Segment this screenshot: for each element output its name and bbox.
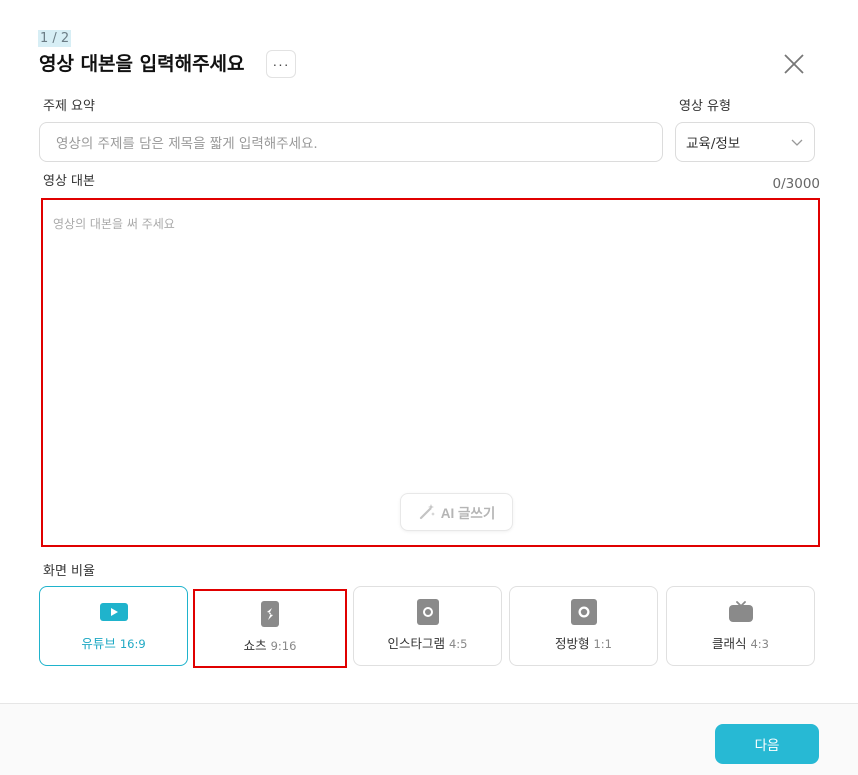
script-input-modal: 1 / 2 영상 대본을 입력해주세요 ··· 주제 요약 영상 유형 영상의 … (0, 0, 858, 775)
topic-label: 주제 요약 (43, 99, 95, 114)
aspect-option-youtube[interactable]: 유튜브 16:9 (39, 586, 188, 666)
more-icon: ··· (272, 56, 290, 72)
aspect-label: 화면 비율 (43, 564, 95, 579)
video-type-value: 교육/정보 (686, 136, 741, 152)
ai-writing-label: AI 글쓰기 (440, 506, 496, 521)
square-icon (570, 598, 598, 625)
aspect-option-name: 정방형 (554, 635, 590, 651)
aspect-option-ratio: 9:16 (270, 639, 297, 653)
magic-wand-icon (419, 504, 435, 520)
shorts-icon (256, 601, 284, 627)
script-label: 영상 대본 (43, 174, 95, 189)
aspect-option-instagram[interactable]: 인스타그램 4:5 (353, 586, 502, 666)
aspect-option-name: 쇼츠 (243, 638, 267, 653)
topic-placeholder: 영상의 주제를 담은 제목을 짧게 입력해주세요. (56, 136, 318, 152)
chevron-down-icon (791, 139, 803, 146)
ai-writing-button[interactable]: AI 글쓰기 (400, 493, 513, 531)
script-placeholder: 영상의 대본을 써 주세요 (53, 217, 175, 231)
aspect-option-name: 유튜브 (81, 635, 116, 651)
instagram-icon (414, 598, 442, 625)
topic-input[interactable]: 영상의 주제를 담은 제목을 짧게 입력해주세요. (39, 122, 663, 162)
youtube-icon (99, 601, 128, 623)
aspect-option-ratio: 1:1 (593, 636, 612, 651)
close-button[interactable] (780, 50, 808, 78)
video-type-select[interactable]: 교육/정보 (675, 122, 815, 162)
video-type-label: 영상 유형 (679, 99, 731, 114)
modal-title: 영상 대본을 입력해주세요 (39, 53, 245, 75)
aspect-option-name: 인스타그램 (387, 635, 445, 651)
close-icon (784, 54, 804, 74)
aspect-option-ratio: 4:5 (448, 636, 468, 651)
aspect-option-shorts[interactable]: 쇼츠 9:16 (193, 589, 347, 668)
more-options-button[interactable]: ··· (266, 50, 296, 78)
tv-icon (727, 600, 755, 623)
script-textarea[interactable]: 영상의 대본을 써 주세요 AI 글쓰기 (41, 198, 820, 547)
step-indicator: 1 / 2 (38, 30, 72, 47)
aspect-option-square[interactable]: 정방형 1:1 (509, 586, 658, 666)
aspect-option-ratio: 4:3 (750, 636, 769, 651)
aspect-option-name: 클래식 (711, 635, 747, 651)
script-char-counter: 0/3000 (772, 176, 821, 192)
aspect-option-classic[interactable]: 클래식 4:3 (666, 586, 815, 666)
aspect-option-ratio: 16:9 (119, 636, 146, 651)
next-button[interactable]: 다음 (715, 724, 819, 764)
